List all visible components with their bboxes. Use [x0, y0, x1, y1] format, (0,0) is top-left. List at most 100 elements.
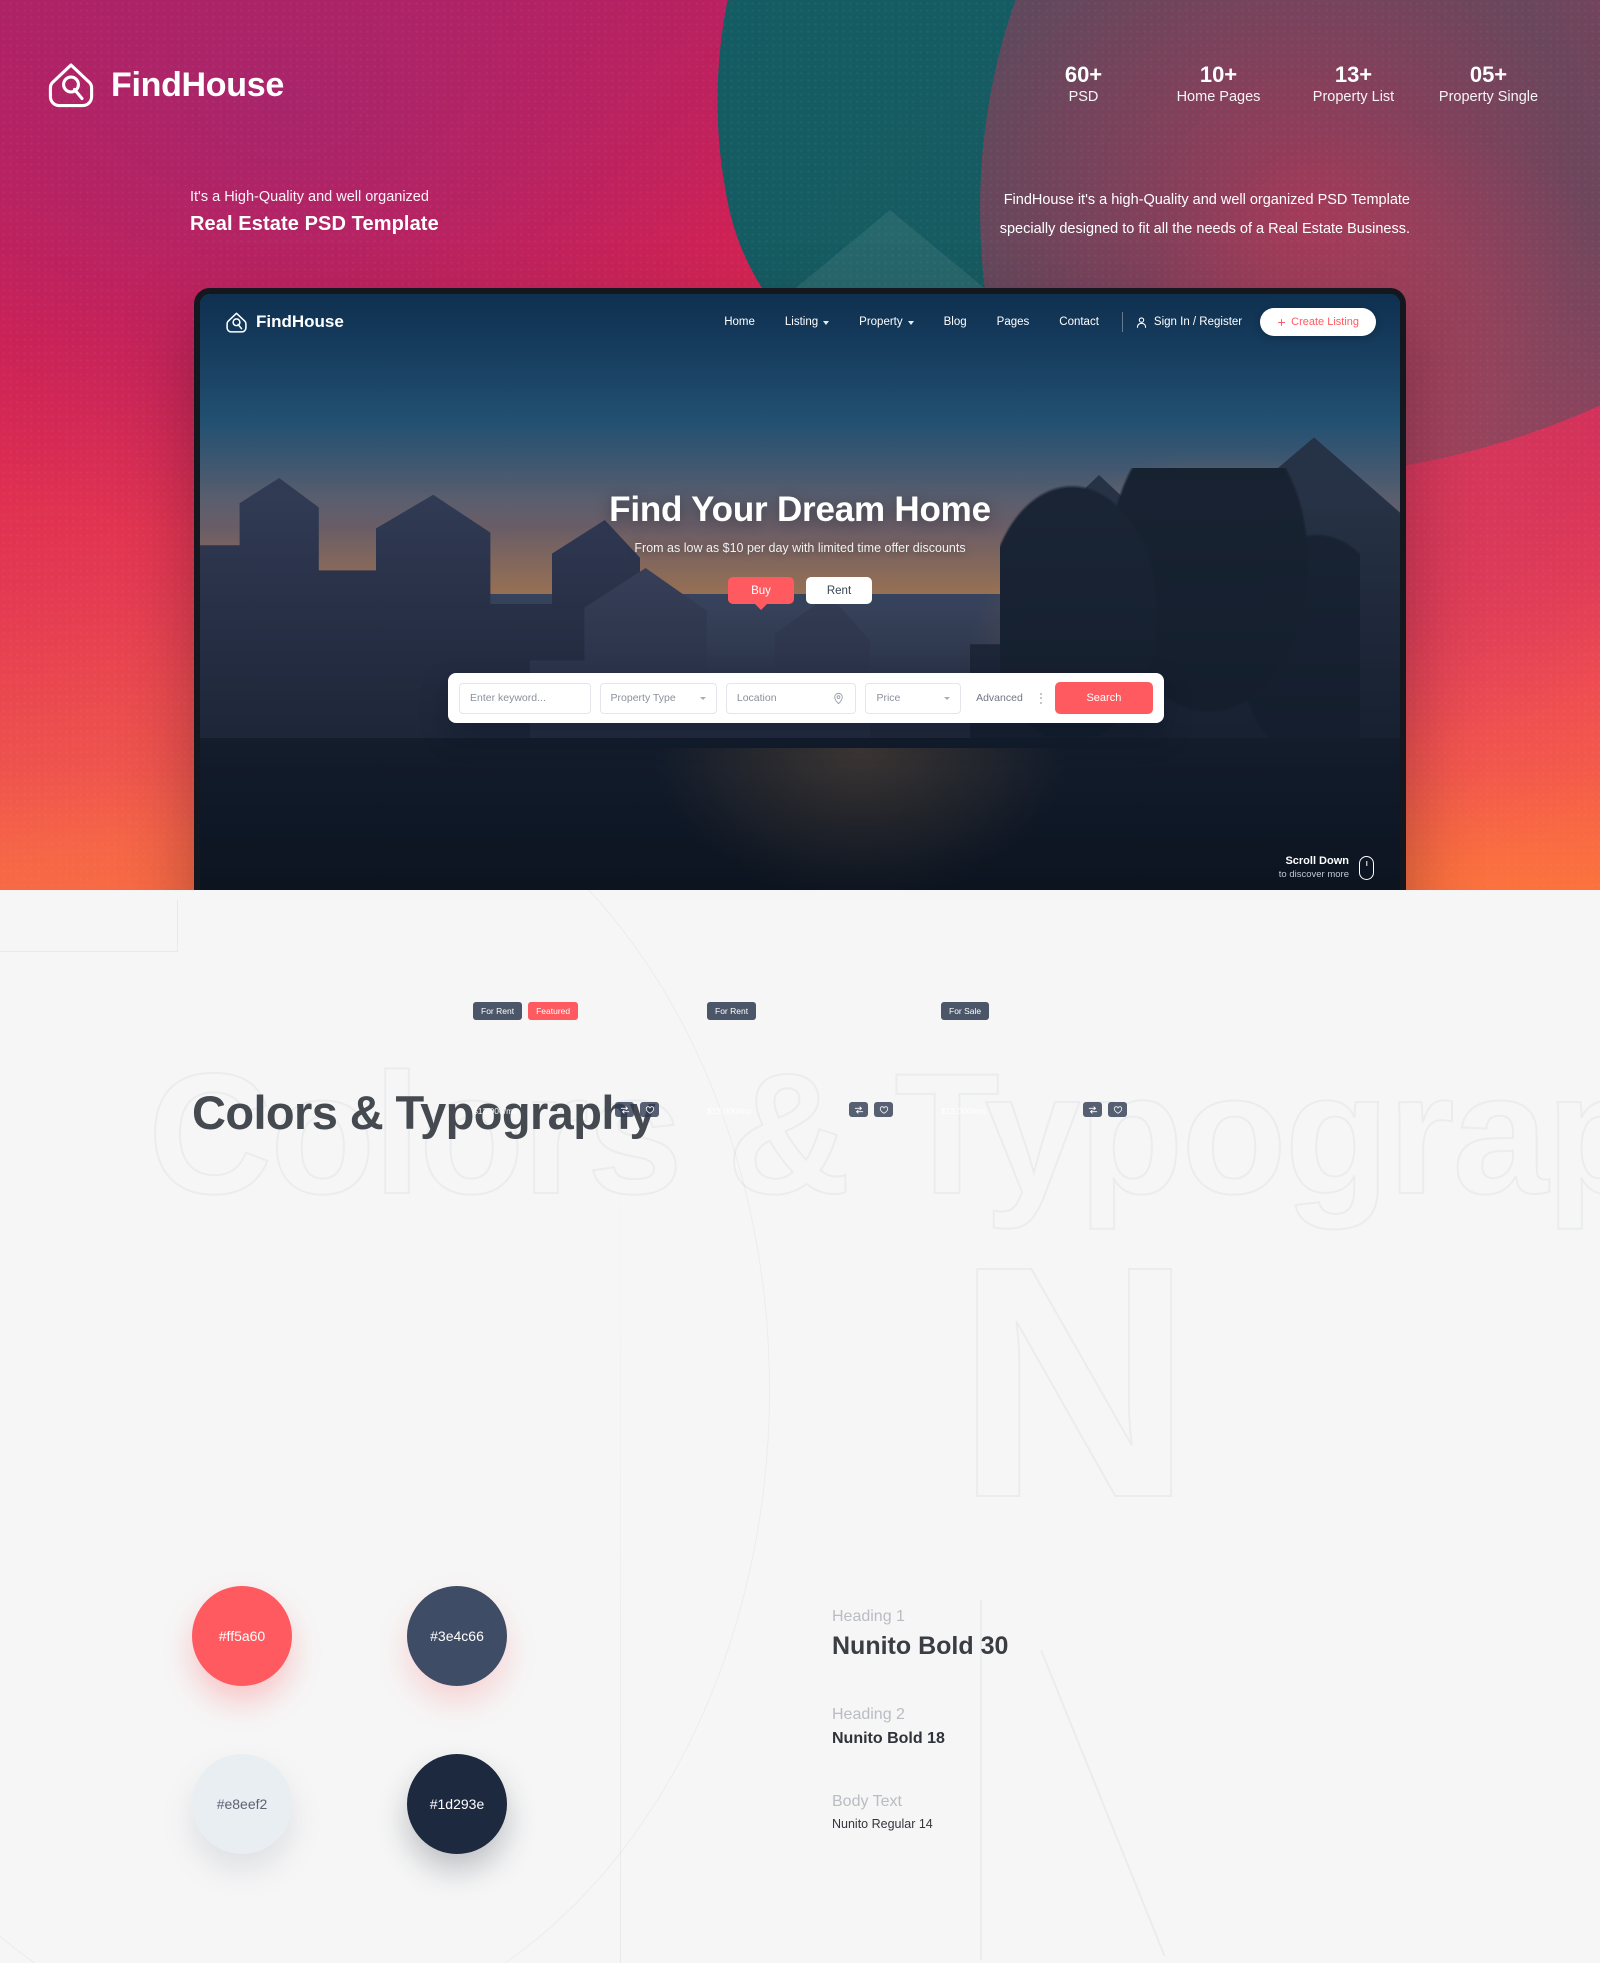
nav-item-property[interactable]: Property: [844, 316, 928, 328]
compare-button[interactable]: [1083, 1102, 1102, 1117]
property-price: $13,000/mo: [707, 1101, 752, 1117]
nav-item-blog[interactable]: Blog: [929, 316, 982, 328]
mouse-icon: [1359, 855, 1374, 880]
blurb-line-1: FindHouse it's a high-Quality and well o…: [1003, 192, 1410, 208]
favorite-button[interactable]: [1108, 1102, 1127, 1117]
typography-label: Heading 2: [832, 1706, 905, 1723]
scroll-down-indicator[interactable]: Scroll Down to discover more: [1279, 855, 1374, 880]
stat-item: 13+ Property List: [1286, 62, 1421, 109]
mockup-brand[interactable]: FindHouse: [226, 312, 344, 333]
typography-sample: Nunito Regular 14: [832, 1817, 933, 1831]
hero-title: Find Your Dream Home: [609, 490, 991, 529]
panel-edge-divider: [0, 900, 178, 952]
price-value: Price: [876, 692, 901, 704]
property-card-actions: [1083, 1102, 1127, 1117]
create-listing-button[interactable]: Create Listing: [1260, 308, 1376, 336]
heart-icon: [645, 1105, 654, 1114]
typography-item: Body Text Nunito Regular 14: [832, 1793, 1008, 1831]
compare-button[interactable]: [849, 1102, 868, 1117]
nav-item-pages[interactable]: Pages: [982, 316, 1045, 328]
house-pin-logo-icon: [226, 312, 247, 333]
typography-list: Heading 1 Nunito Bold 30 Heading 2 Nunit…: [832, 1608, 1008, 1876]
stat-label: Property Single: [1438, 89, 1539, 106]
mockup-hero: FindHouse Home Listing Property Blog Pag…: [200, 294, 1400, 898]
advanced-toggle-label[interactable]: Advanced: [976, 692, 1023, 704]
property-price: $13,000/mo: [473, 1101, 518, 1117]
heart-icon: [879, 1105, 888, 1114]
toggle-buy-button[interactable]: Buy: [728, 577, 794, 604]
price-select[interactable]: Price: [865, 682, 962, 714]
keyword-placeholder: Enter keyword...: [470, 692, 546, 704]
typography-sample: Nunito Bold 30: [832, 1632, 1009, 1660]
chevron-down-icon: [907, 321, 914, 325]
stat-value: 13+: [1334, 62, 1373, 87]
more-vertical-icon[interactable]: [1039, 692, 1042, 704]
status-badge: For Sale: [941, 1002, 990, 1020]
stat-label: PSD: [1068, 89, 1099, 106]
property-badges: For Sale: [941, 1002, 990, 1020]
create-listing-label: Create Listing: [1291, 316, 1359, 328]
scroll-down-title: Scroll Down: [1285, 855, 1349, 867]
chevron-down-icon: [699, 696, 706, 700]
property-card-footer: $13,000/mo: [465, 1101, 667, 1124]
compare-icon: [1088, 1105, 1097, 1114]
nav-label: Contact: [1059, 316, 1099, 328]
mockup-navbar: FindHouse Home Listing Property Blog Pag…: [200, 294, 1400, 350]
status-badge: For Rent: [707, 1002, 757, 1020]
nav-label: Home: [724, 316, 755, 328]
compare-button[interactable]: [615, 1102, 634, 1117]
nav-label: Property: [859, 316, 903, 328]
price-unit: /mo: [971, 1106, 986, 1116]
property-card-actions: [615, 1102, 659, 1117]
stat-item: 10+ Home Pages: [1151, 62, 1286, 109]
search-button[interactable]: Search: [1054, 682, 1153, 714]
nav-item-home[interactable]: Home: [709, 316, 770, 328]
mockup-brand-name: FindHouse: [256, 312, 344, 331]
typography-label: Body Text: [832, 1793, 902, 1810]
property-type-select[interactable]: Property Type: [599, 682, 717, 714]
status-badge: For Rent: [473, 1002, 523, 1020]
toggle-rent-button[interactable]: Rent: [806, 577, 872, 604]
price-value: $13,000: [473, 1106, 504, 1116]
nav-divider: [1121, 312, 1123, 332]
map-pin-icon: [834, 692, 844, 704]
sign-in-label: Sign In / Register: [1153, 316, 1243, 328]
property-badges: For Rent Featured: [473, 1002, 579, 1020]
nav-item-contact[interactable]: Contact: [1044, 316, 1114, 328]
property-search-bar: Enter keyword... Property Type Location …: [448, 673, 1164, 723]
favorite-button[interactable]: [874, 1102, 893, 1117]
location-placeholder: Location: [736, 692, 777, 704]
sign-in-register-link[interactable]: Sign In / Register: [1135, 316, 1242, 329]
stat-label: Property List: [1312, 89, 1395, 106]
nav-label: Blog: [943, 316, 967, 328]
color-swatch[interactable]: #3e4c66: [407, 1586, 507, 1686]
color-swatch[interactable]: #ff5a60: [192, 1586, 292, 1686]
property-badges: For Rent: [707, 1002, 757, 1020]
tagline-small: It's a High-Quality and well organized: [190, 189, 429, 205]
typography-item: Heading 1 Nunito Bold 30: [832, 1608, 1008, 1661]
heart-icon: [1113, 1105, 1122, 1114]
nav-item-listing[interactable]: Listing: [770, 316, 844, 328]
typography-item: Heading 2 Nunito Bold 18: [832, 1706, 1008, 1748]
property-card-actions: [849, 1102, 893, 1117]
tagline-big: Real Estate PSD Template: [190, 213, 439, 236]
scroll-down-note: to discover more: [1278, 869, 1349, 880]
section-watermark-letter: N: [954, 1197, 1194, 1566]
banner-stats: 60+ PSD 10+ Home Pages 13+ Property List…: [1016, 62, 1556, 109]
keyword-input[interactable]: Enter keyword...: [459, 682, 591, 714]
stat-value: 60+: [1064, 62, 1103, 87]
mockup-menu: Home Listing Property Blog Pages Contact…: [709, 308, 1376, 336]
typography-sample: Nunito Bold 18: [832, 1730, 945, 1747]
location-input[interactable]: Location: [725, 682, 857, 714]
nav-label: Listing: [784, 316, 819, 328]
stat-label: Home Pages: [1176, 89, 1261, 106]
favorite-button[interactable]: [640, 1102, 659, 1117]
nav-label: Pages: [996, 316, 1030, 328]
property-card-footer: $13,000/mo: [699, 1101, 901, 1124]
chevron-down-icon: [823, 321, 830, 325]
property-price: $13,000/mo: [941, 1101, 986, 1117]
property-type-value: Property Type: [610, 692, 676, 704]
plus-icon: [1278, 318, 1286, 326]
color-swatch[interactable]: #e8eef2: [192, 1754, 292, 1854]
color-swatch[interactable]: #1d293e: [407, 1754, 507, 1854]
